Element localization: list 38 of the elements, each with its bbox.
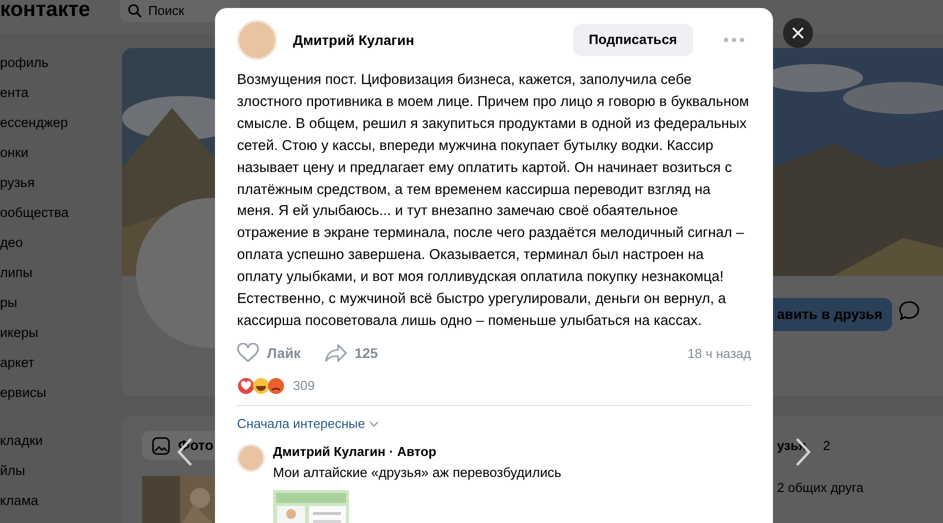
comment-text: Мои алтайские «друзья» аж перевозбудились xyxy=(273,464,562,482)
add-friend-button[interactable]: авить в друзья xyxy=(773,298,892,331)
sidebar-item[interactable]: ессенджер xyxy=(0,108,122,138)
sidebar-item[interactable]: аркет xyxy=(0,348,122,378)
sidebar-item[interactable]: ообщества xyxy=(0,198,122,228)
sidebar-item[interactable]: онки xyxy=(0,138,122,168)
sidebar-item[interactable]: рофиль xyxy=(0,48,122,78)
sidebar-item[interactable]: ервисы xyxy=(0,378,122,408)
reactions-count[interactable]: 309 xyxy=(293,376,315,396)
sort-dropdown[interactable]: Сначала интересные xyxy=(237,414,380,434)
sidebar-item[interactable]: рузья xyxy=(0,168,122,198)
mutual-friends[interactable]: 2 общих друга xyxy=(777,478,864,498)
sidebar-item[interactable]: кладки xyxy=(0,426,122,456)
sidebar-item[interactable]: липы xyxy=(0,258,122,288)
chevron-down-icon xyxy=(369,421,380,428)
sidebar-item[interactable]: ента xyxy=(0,78,122,108)
post-text: Возмущения пост. Цифовизация бизнеса, кажется, заполучила себе злостного противника в моем лице. Причем про лицо я говорю в буквальном смысле. В общем, решил я закупиться продуктами в одной из федеральных сетей. Стою у кассы, впереди мужчина покупает бутылку водки. Кассир называет цену и предлагает ему оплатить картой. Он начинает возиться с платёжным средством, а тем временем кассирша переводит взгляд на меня. Я ей улыбаюсь... и тут внезапно замечаю своё обаятельное отражение в экране терминала, после чего раздаётся мелодичный сигнал – оплата успешно завершена. Оказывается, терминал был настроен на оплату улыбками, и вот моя голливудская оплатила покупку незнакомца! Естественно, с мужчиной всё быстро урегулировали, деньги он вернул, а кассирша посоветовала лишь одно – поменьше улыбаться на кассах. xyxy=(237,71,750,331)
sidebar-item[interactable]: део xyxy=(0,228,122,258)
subscribe-button[interactable]: Подписаться xyxy=(572,24,693,56)
sidebar-item[interactable]: йлы xyxy=(0,456,122,486)
image-icon xyxy=(152,436,170,454)
like-button[interactable]: Лайк xyxy=(237,342,301,364)
close-button[interactable] xyxy=(783,18,813,48)
sidebar-item[interactable]: ры xyxy=(0,288,122,318)
share-button[interactable]: 125 xyxy=(324,342,378,364)
comment-author[interactable]: Дмитрий Кулагин · Автор xyxy=(273,442,436,462)
sidebar-item[interactable]: икеры xyxy=(0,318,122,348)
post-time: 18 ч назад xyxy=(688,344,751,363)
share-arrow-icon xyxy=(324,343,347,364)
site-logo[interactable]: контакте xyxy=(0,0,90,20)
close-icon xyxy=(792,27,804,39)
author-name[interactable]: Дмитрий Кулагин xyxy=(293,30,557,50)
friends-count: 2 xyxy=(823,437,830,455)
sidebar-item[interactable]: клама xyxy=(0,486,122,516)
search-icon xyxy=(128,4,142,18)
heart-icon xyxy=(237,343,259,364)
message-icon[interactable] xyxy=(898,300,920,322)
reactions-icon[interactable] xyxy=(237,376,285,395)
